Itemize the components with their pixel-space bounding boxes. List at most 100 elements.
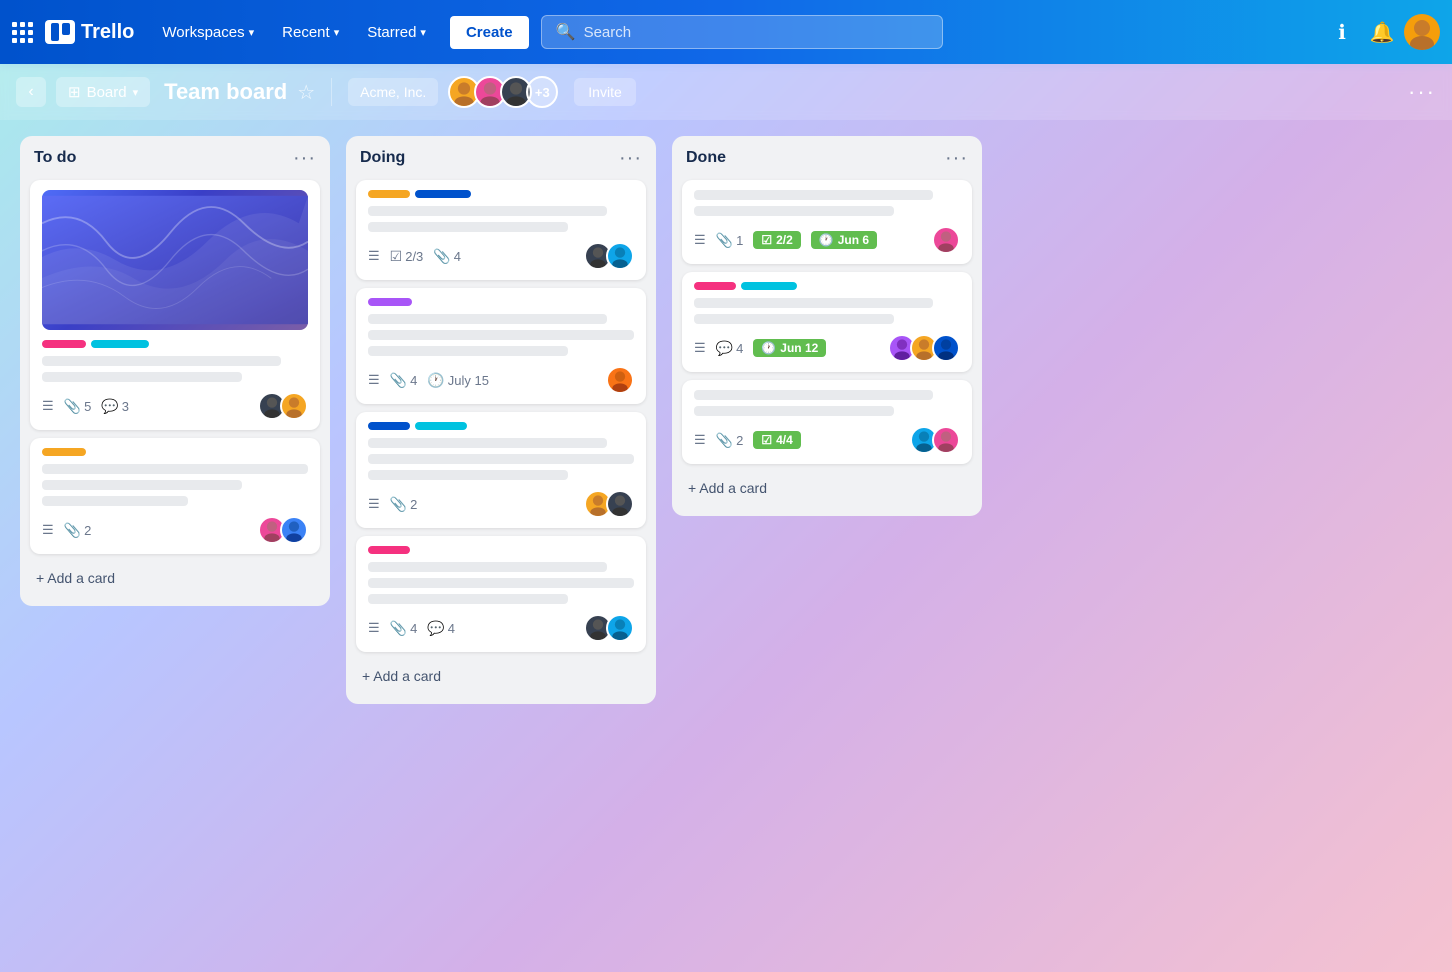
card-text: [694, 390, 933, 400]
checklist: ☑2/3: [390, 248, 424, 265]
user-avatar[interactable]: [1404, 14, 1440, 50]
card-text: [42, 496, 188, 506]
divider: [331, 78, 332, 106]
comments: 💬3: [101, 398, 129, 415]
card-labels: [368, 546, 634, 554]
card-member: [932, 226, 960, 254]
card-text: [42, 464, 308, 474]
card-members: [584, 490, 634, 518]
add-card-done[interactable]: + Add a card: [682, 472, 972, 504]
card-labels: [694, 282, 960, 290]
card-text: [368, 222, 568, 232]
column-done: Done ··· ☰ 📎1 ☑2/2 🕐Jun 6: [672, 136, 982, 516]
card-text: [42, 480, 242, 490]
card-text: [694, 406, 894, 416]
card-text: [368, 314, 607, 324]
board-view-icon: ⊞: [68, 83, 81, 101]
card-todo-1[interactable]: ☰ 📎5 💬3: [30, 180, 320, 430]
card-member: [606, 242, 634, 270]
create-button[interactable]: Create: [450, 16, 529, 49]
due-badge: 🕐Jun 6: [811, 231, 877, 249]
card-member: [280, 392, 308, 420]
card-done-3[interactable]: ☰ 📎2 ☑4/4: [682, 380, 972, 464]
due-badge: 🕐Jun 12: [753, 339, 826, 357]
info-icon[interactable]: ℹ: [1324, 14, 1360, 50]
column-todo: To do ···: [20, 136, 330, 606]
column-doing-menu[interactable]: ···: [619, 148, 642, 168]
invite-button[interactable]: Invite: [574, 78, 635, 106]
starred-menu[interactable]: Starred ▾: [355, 18, 438, 47]
card-footer: ☰ 📎2: [42, 516, 308, 544]
column-doing-header: Doing ···: [356, 148, 646, 172]
extra-members-badge[interactable]: +3: [526, 76, 558, 108]
card-labels: [368, 298, 634, 306]
sidebar-toggle[interactable]: ‹: [16, 77, 46, 107]
board-view-button[interactable]: ⊞ Board ▾: [56, 77, 150, 107]
card-text: [368, 454, 634, 464]
label-yellow: [42, 448, 86, 456]
search-input[interactable]: [584, 24, 929, 41]
recent-menu[interactable]: Recent ▾: [270, 18, 351, 47]
more-options-button[interactable]: ···: [1408, 79, 1436, 105]
desc-icon: ☰: [368, 496, 380, 512]
card-footer: ☰ 📎4 🕐July 15: [368, 366, 634, 394]
workspaces-menu[interactable]: Workspaces ▾: [150, 18, 266, 47]
column-doing: Doing ··· ☰ ☑2/3 📎4: [346, 136, 656, 704]
notifications-icon[interactable]: 🔔: [1364, 14, 1400, 50]
column-todo-title: To do: [34, 149, 76, 167]
board-content: To do ···: [0, 120, 1452, 972]
attachments: 📎4: [390, 620, 418, 637]
card-done-1[interactable]: ☰ 📎1 ☑2/2 🕐Jun 6: [682, 180, 972, 264]
label-pink: [694, 282, 736, 290]
label-teal: [91, 340, 149, 348]
card-member: [606, 614, 634, 642]
attachments: 📎1: [716, 232, 744, 249]
grid-icon[interactable]: [12, 22, 33, 43]
checklist-badge: ☑4/4: [753, 431, 800, 449]
desc-icon: ☰: [368, 372, 380, 388]
desc-icon: ☰: [694, 432, 706, 448]
card-text: [368, 578, 634, 588]
card-text: [694, 190, 933, 200]
column-done-title: Done: [686, 149, 726, 167]
card-doing-1[interactable]: ☰ ☑2/3 📎4: [356, 180, 646, 280]
workspace-tag[interactable]: Acme, Inc.: [348, 78, 438, 106]
card-doing-3[interactable]: ☰ 📎2: [356, 412, 646, 528]
chevron-down-icon: ▾: [133, 86, 139, 99]
attachments: 📎4: [390, 372, 418, 389]
card-footer: ☰ 📎4 💬4: [368, 614, 634, 642]
star-button[interactable]: ☆: [297, 80, 315, 105]
label-teal: [741, 282, 797, 290]
label-pink: [42, 340, 86, 348]
card-done-2[interactable]: ☰ 💬4 🕐Jun 12: [682, 272, 972, 372]
board-header: ‹ ⊞ Board ▾ Team board ☆ Acme, Inc. +3 I…: [0, 64, 1452, 120]
card-text: [694, 206, 894, 216]
card-member: [606, 366, 634, 394]
card-members: [258, 516, 308, 544]
card-members: [606, 366, 634, 394]
desc-icon: ☰: [694, 340, 706, 356]
comments: 💬4: [716, 340, 744, 357]
card-todo-2[interactable]: ☰ 📎2: [30, 438, 320, 554]
card-members: [584, 242, 634, 270]
card-members: [888, 334, 960, 362]
card-text: [694, 314, 894, 324]
search-box[interactable]: 🔍: [541, 15, 944, 49]
desc-icon: ☰: [694, 232, 706, 248]
attachments: 📎4: [433, 248, 461, 265]
card-doing-2[interactable]: ☰ 📎4 🕐July 15: [356, 288, 646, 404]
desc-icon: ☰: [368, 620, 380, 636]
card-text: [42, 356, 281, 366]
attachments: 📎2: [390, 496, 418, 513]
add-card-doing[interactable]: + Add a card: [356, 660, 646, 692]
add-card-todo[interactable]: + Add a card: [30, 562, 320, 594]
column-done-menu[interactable]: ···: [945, 148, 968, 168]
card-footer: ☰ 📎2 ☑4/4: [694, 426, 960, 454]
card-labels: [368, 422, 634, 430]
card-text: [694, 298, 933, 308]
trello-logo[interactable]: Trello: [45, 20, 134, 44]
card-member: [280, 516, 308, 544]
card-doing-4[interactable]: ☰ 📎4 💬4: [356, 536, 646, 652]
column-doing-title: Doing: [360, 149, 405, 167]
column-todo-menu[interactable]: ···: [293, 148, 316, 168]
